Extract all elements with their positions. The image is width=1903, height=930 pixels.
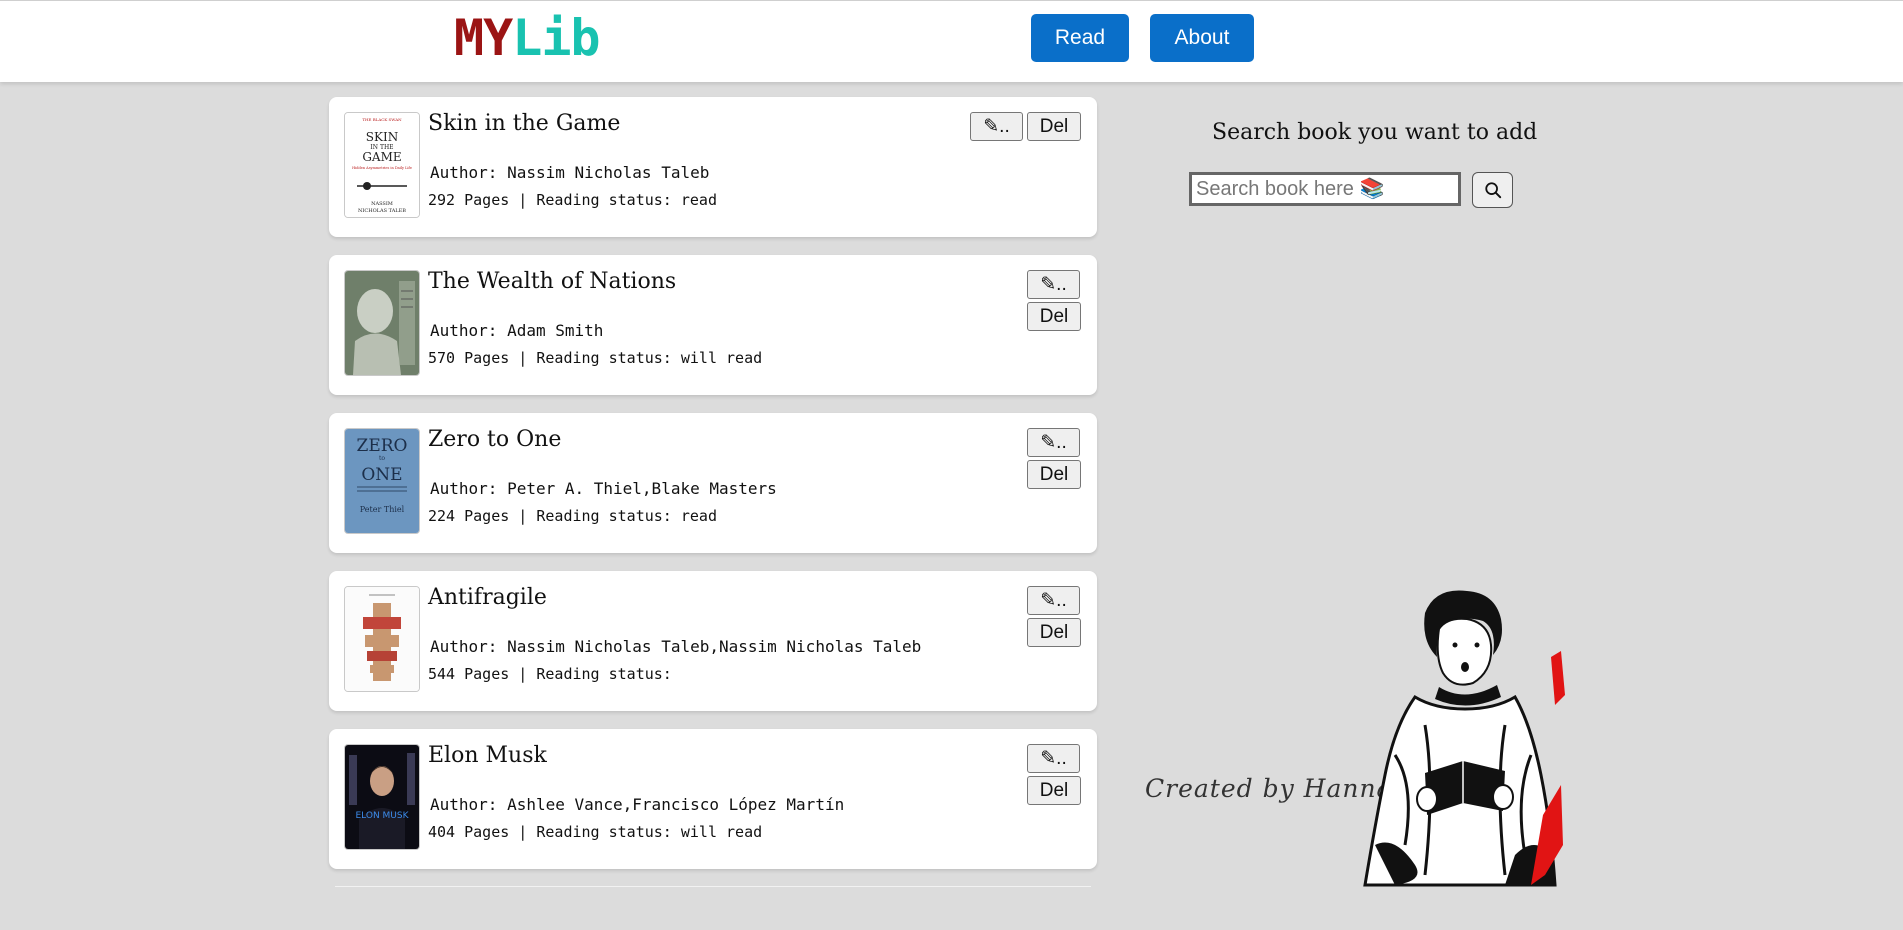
cover-text: Peter Thiel [360, 505, 405, 514]
cover-antifragile [345, 587, 419, 691]
edit-button[interactable]: ✎.. [1027, 586, 1080, 615]
app-logo[interactable]: MYLib [454, 9, 601, 67]
book-card: ZERO to ONE Peter Thiel Zero to One Auth… [329, 413, 1097, 553]
nav-about-button[interactable]: About [1150, 14, 1254, 62]
cover-text: to [379, 455, 385, 462]
search-button[interactable] [1472, 172, 1513, 208]
cover-text: SKIN [366, 130, 398, 144]
book-cover: THE BLACK SWAN SKIN IN THE GAME Hidden A… [344, 112, 420, 218]
cover-skin-in-the-game: THE BLACK SWAN SKIN IN THE GAME Hidden A… [345, 113, 419, 217]
cover-text: ZERO [357, 436, 408, 456]
book-card: THE BLACK SWAN SKIN IN THE GAME Hidden A… [329, 97, 1097, 237]
book-author: Author: Peter A. Thiel,Blake Masters [430, 479, 777, 498]
cover-text: ELON MUSK [355, 811, 409, 821]
logo-my: MY [454, 9, 513, 67]
cover-text: NASSIM [371, 201, 393, 207]
reading-figure-illustration [1363, 590, 1565, 887]
book-meta: 292 Pages | Reading status: read [428, 191, 717, 209]
book-cover [344, 270, 420, 376]
book-cover: ELON MUSK [344, 744, 420, 850]
book-meta: 224 Pages | Reading status: read [428, 507, 717, 525]
cover-text: ONE [361, 465, 402, 485]
book-title: The Wealth of Nations [428, 269, 677, 294]
search-input[interactable] [1189, 172, 1461, 206]
edit-button[interactable]: ✎.. [970, 112, 1023, 141]
cover-text: THE BLACK SWAN [362, 117, 402, 122]
book-author: Author: Nassim Nicholas Taleb,Nassim Nic… [430, 637, 922, 656]
cover-text: NICHOLAS TALEB [358, 208, 406, 214]
book-cover: ZERO to ONE Peter Thiel [344, 428, 420, 534]
book-card: The Wealth of Nations Author: Adam Smith… [329, 255, 1097, 395]
search-heading: Search book you want to add [1212, 120, 1538, 145]
book-meta: 544 Pages | Reading status: [428, 665, 672, 683]
list-divider [335, 886, 1091, 887]
cover-wealth-of-nations [345, 271, 419, 375]
top-navbar: MYLib Read About [0, 0, 1903, 82]
book-card: Antifragile Author: Nassim Nicholas Tale… [329, 571, 1097, 711]
edit-button[interactable]: ✎.. [1027, 428, 1080, 457]
book-author: Author: Adam Smith [430, 321, 604, 340]
search-icon [1484, 182, 1501, 199]
delete-button[interactable]: Del [1027, 302, 1081, 331]
book-cover [344, 586, 420, 692]
nav-read-button[interactable]: Read [1031, 14, 1129, 62]
book-title: Zero to One [428, 427, 562, 452]
edit-button[interactable]: ✎.. [1027, 744, 1080, 773]
book-meta: 404 Pages | Reading status: will read [428, 823, 763, 841]
logo-lib: Lib [512, 9, 600, 67]
cover-zero-to-one: ZERO to ONE Peter Thiel [345, 429, 419, 533]
book-title: Skin in the Game [428, 111, 621, 136]
book-card: ELON MUSK Elon Musk Author: Ashlee Vance… [329, 729, 1097, 869]
cover-text: GAME [362, 150, 401, 164]
book-title: Antifragile [428, 585, 547, 610]
cover-elon-musk: ELON MUSK [345, 745, 419, 849]
delete-button[interactable]: Del [1027, 460, 1081, 489]
book-author: Author: Ashlee Vance,Francisco López Mar… [430, 795, 845, 814]
delete-button[interactable]: Del [1027, 776, 1081, 805]
edit-button[interactable]: ✎.. [1027, 270, 1080, 299]
delete-button[interactable]: Del [1027, 618, 1081, 647]
book-title: Elon Musk [428, 743, 547, 768]
cover-text: Hidden Asymmetries in Daily Life [352, 166, 412, 170]
delete-button[interactable]: Del [1027, 112, 1081, 141]
book-meta: 570 Pages | Reading status: will read [428, 349, 763, 367]
book-author: Author: Nassim Nicholas Taleb [430, 163, 710, 182]
